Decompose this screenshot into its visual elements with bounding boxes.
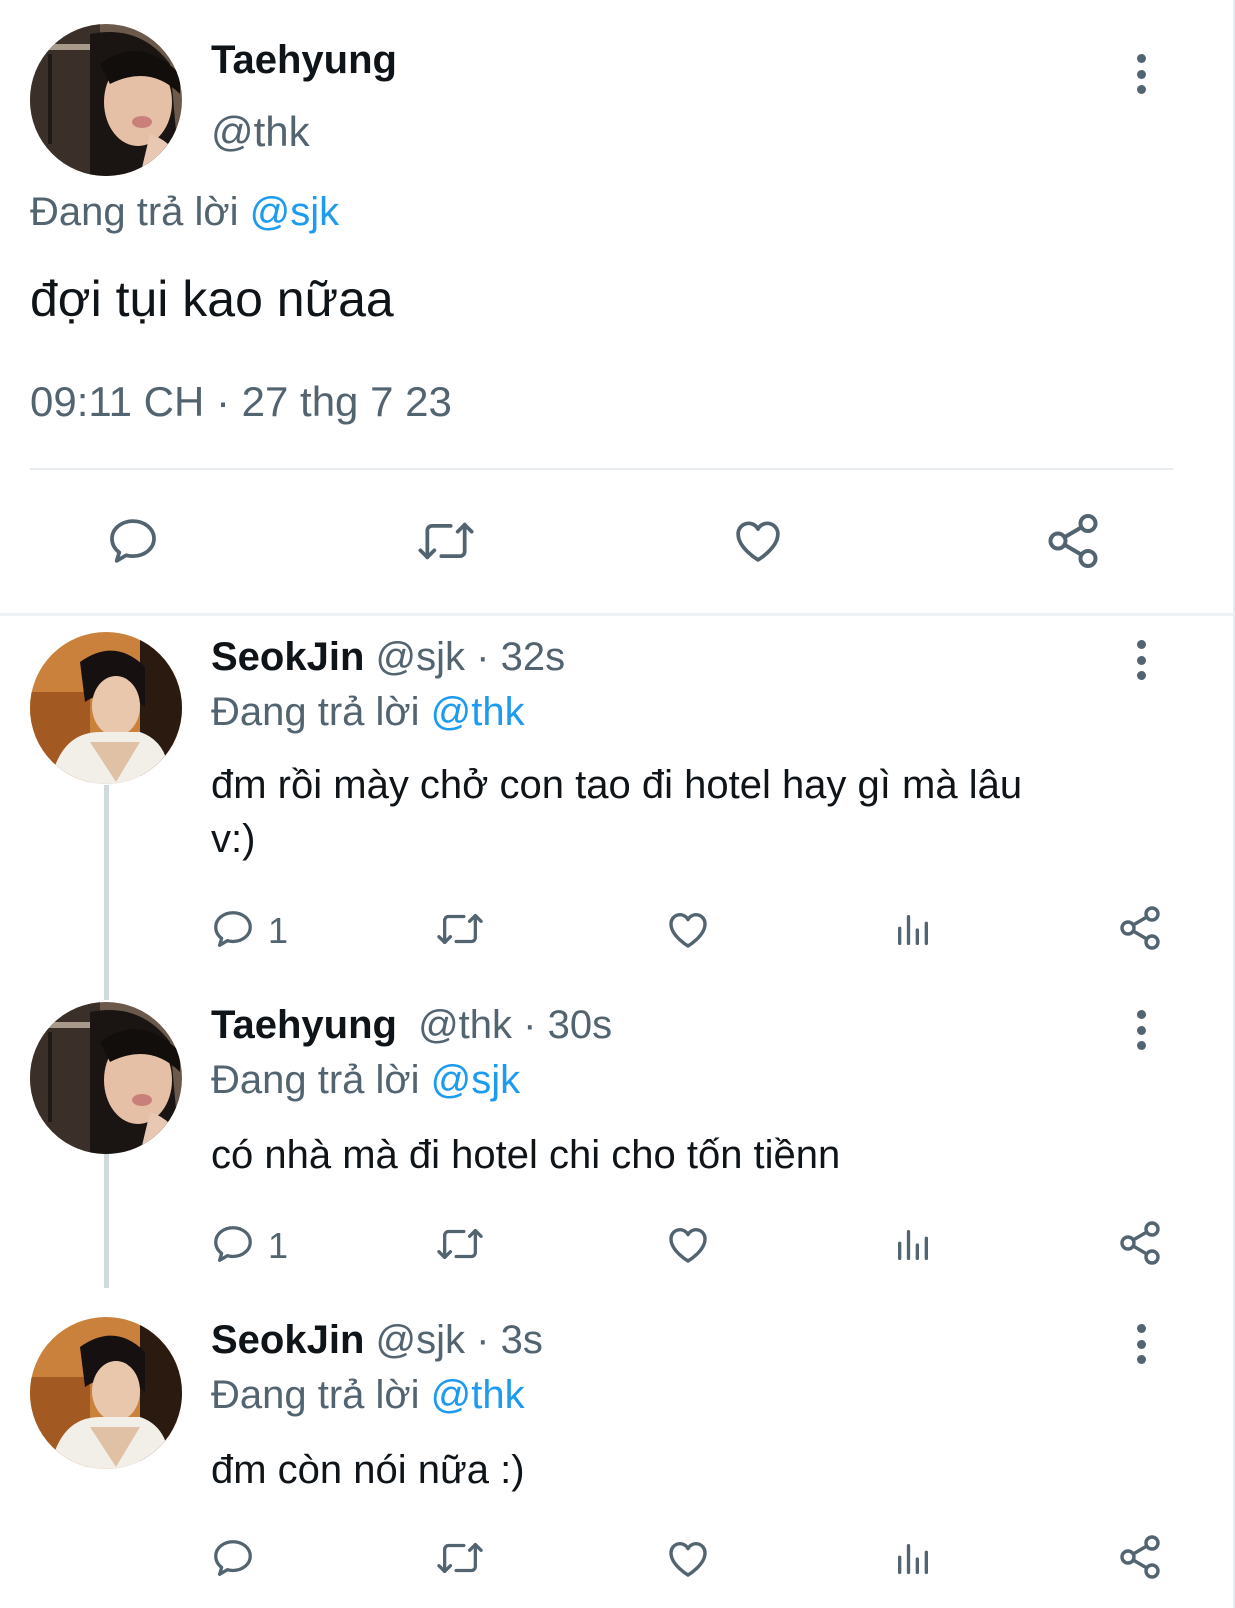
replying-prefix: Đang trả lời	[211, 1058, 420, 1102]
reply-icon[interactable]	[105, 513, 161, 569]
reply-header: SeokJin @sjk · 32s	[211, 635, 565, 680]
thread-line	[104, 785, 109, 1000]
reply-header: SeokJin @sjk · 3s	[211, 1318, 543, 1363]
replying-prefix: Đang trả lời	[30, 190, 239, 234]
replying-to-handle[interactable]: @thk	[431, 1373, 525, 1417]
replying-to-line: Đang trả lời @thk	[211, 1373, 525, 1418]
tweet-text: đợi tụi kao nữaa	[30, 271, 394, 327]
tweet-timestamp: 09:11 CH · 27 thg 7 23	[30, 378, 452, 425]
author-name[interactable]: SeokJin	[211, 1318, 364, 1362]
more-options-icon[interactable]	[1131, 1324, 1151, 1364]
retweet-icon[interactable]	[434, 1221, 486, 1267]
reply-count: 1	[268, 910, 289, 951]
analytics-icon[interactable]	[893, 1225, 933, 1265]
replying-to-handle[interactable]: @sjk	[250, 190, 340, 234]
like-icon[interactable]	[664, 905, 712, 953]
replying-to-line: Đang trả lời @thk	[211, 690, 525, 735]
more-options-icon[interactable]	[1131, 640, 1151, 680]
replying-to-line: Đang trả lời @sjk	[30, 190, 339, 235]
reply-text-line: đm rồi mày chở con tao đi hotel hay gì m…	[211, 763, 1023, 807]
like-icon[interactable]	[664, 1220, 712, 1268]
analytics-icon[interactable]	[893, 910, 933, 950]
replying-to-handle[interactable]: @sjk	[431, 1058, 521, 1102]
reply-text: đm còn nói nữa :)	[211, 1443, 1161, 1497]
reply-text-line: đm còn nói nữa :)	[211, 1448, 525, 1492]
reply-time: · 30s	[523, 1003, 613, 1047]
reply-text: đm rồi mày chở con tao đi hotel hay gì m…	[211, 758, 1161, 866]
author-handle[interactable]: @sjk	[376, 1318, 466, 1362]
more-options-icon[interactable]	[1131, 54, 1151, 94]
retweet-icon[interactable]	[434, 1535, 486, 1581]
reply-icon[interactable]	[210, 906, 256, 952]
replying-prefix: Đang trả lời	[211, 690, 420, 734]
more-options-icon[interactable]	[1131, 1010, 1151, 1050]
reply-icon[interactable]	[210, 1535, 256, 1581]
avatar[interactable]	[30, 1317, 182, 1469]
divider	[30, 468, 1173, 470]
author-name[interactable]: Taehyung	[211, 38, 397, 83]
reply-count: 1	[268, 1225, 289, 1266]
share-icon[interactable]	[1043, 511, 1103, 571]
share-icon[interactable]	[1116, 1219, 1164, 1267]
author-handle[interactable]: @sjk	[376, 635, 466, 679]
author-handle[interactable]: @thk	[211, 108, 310, 156]
analytics-icon[interactable]	[893, 1539, 933, 1579]
author-name[interactable]: SeokJin	[211, 635, 364, 679]
reply-header: Taehyung @thk · 30s	[211, 1003, 612, 1048]
avatar[interactable]	[30, 24, 182, 176]
reply-text: có nhà mà đi hotel chi cho tốn tiềnn	[211, 1128, 1161, 1182]
thread-line	[104, 1138, 109, 1288]
reply-text-line: v:)	[211, 817, 256, 861]
author-name[interactable]: Taehyung	[211, 1003, 397, 1047]
share-icon[interactable]	[1116, 904, 1164, 952]
reply-text-line: có nhà mà đi hotel chi cho tốn tiềnn	[211, 1133, 841, 1177]
replying-to-handle[interactable]: @thk	[431, 690, 525, 734]
reply-time: · 32s	[476, 635, 566, 679]
retweet-icon[interactable]	[434, 906, 486, 952]
reply-time: · 3s	[476, 1318, 543, 1362]
retweet-icon[interactable]	[414, 513, 478, 569]
reply-icon[interactable]	[210, 1221, 256, 1267]
avatar[interactable]	[30, 632, 182, 784]
avatar[interactable]	[30, 1002, 182, 1154]
section-divider	[0, 613, 1235, 616]
author-handle[interactable]: @thk	[418, 1003, 512, 1047]
like-icon[interactable]	[729, 512, 787, 568]
replying-prefix: Đang trả lời	[211, 1373, 420, 1417]
replying-to-line: Đang trả lời @sjk	[211, 1058, 520, 1103]
like-icon[interactable]	[664, 1534, 712, 1582]
share-icon[interactable]	[1116, 1533, 1164, 1581]
